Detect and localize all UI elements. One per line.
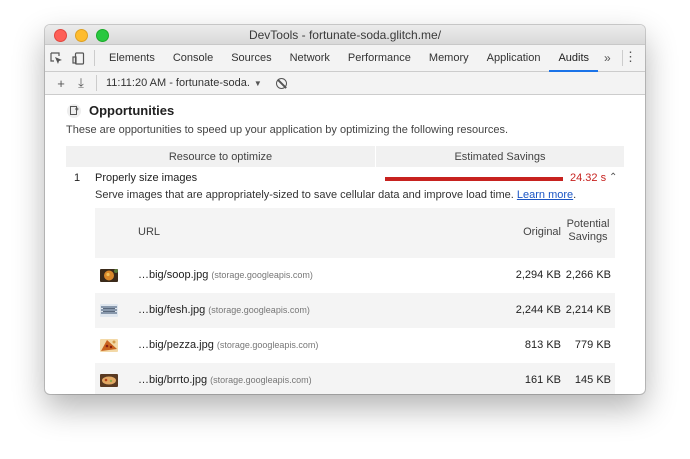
tab-label: Sources xyxy=(231,52,272,64)
opportunity-table-header: Resource to optimize Estimated Savings xyxy=(66,146,624,167)
tab-elements[interactable]: Elements xyxy=(100,45,164,71)
header-line: Savings xyxy=(568,231,608,243)
column-header-original: Original xyxy=(523,226,561,238)
savings-value: 24.32 s xyxy=(570,172,607,184)
tab-label: Application xyxy=(486,52,541,64)
tab-label: Memory xyxy=(428,52,469,64)
tab-label: Performance xyxy=(347,52,411,64)
details-table: URL Original Potential Savings …big/soop.… xyxy=(95,208,615,394)
tab-performance[interactable]: Performance xyxy=(339,45,420,71)
description-period: . xyxy=(573,189,577,201)
file-host: (storage.googleapis.com) xyxy=(210,375,312,385)
chevron-down-icon: ▼ xyxy=(253,78,262,88)
title-bar: DevTools - fortunate-soda.glitch.me/ xyxy=(45,25,645,45)
file-name: …big/brrto.jpg xyxy=(138,374,208,386)
potential-savings: 2,214 KB xyxy=(565,304,611,316)
potential-savings: 145 KB xyxy=(574,374,611,386)
file-host: (storage.googleapis.com) xyxy=(211,270,313,280)
table-row: …big/soop.jpg (storage.googleapis.com) 2,… xyxy=(95,258,615,293)
tab-label: Console xyxy=(172,52,214,64)
soup-thumbnail xyxy=(100,269,118,282)
original-size: 2,244 KB xyxy=(515,304,561,316)
column-header-potential-savings: Potential Savings xyxy=(566,218,610,244)
tab-label: Elements xyxy=(109,52,155,64)
pizza-thumbnail xyxy=(100,339,118,352)
report-select-label: 11:11:20 AM - fortunate-soda. xyxy=(106,77,250,89)
file-host: (storage.googleapis.com) xyxy=(216,340,319,350)
audit-report: Opportunities These are opportunities to… xyxy=(45,94,645,394)
kebab-menu-icon[interactable]: ⋮ xyxy=(624,50,637,64)
file-host: (storage.googleapis.com) xyxy=(208,305,310,315)
savings-bar xyxy=(385,177,563,181)
tab-audits[interactable]: Audits xyxy=(549,45,598,72)
tab-label: Network xyxy=(289,52,330,64)
toolbar-divider xyxy=(96,75,97,91)
resource-url[interactable]: …big/brrto.jpg (storage.googleapis.com) xyxy=(138,374,312,386)
toolbar-divider xyxy=(94,50,95,66)
potential-savings: 779 KB xyxy=(574,339,611,351)
table-row: …big/pezza.jpg (storage.googleapis.com) 8… xyxy=(95,328,615,363)
section-description: These are opportunities to speed up your… xyxy=(66,124,509,136)
learn-more-link[interactable]: Learn more xyxy=(517,189,573,201)
table-row: …big/fesh.jpg (storage.googleapis.com) 2,… xyxy=(95,293,615,328)
window-title: DevTools - fortunate-soda.glitch.me/ xyxy=(248,28,442,42)
tab-console[interactable]: Console xyxy=(164,45,222,71)
tab-memory[interactable]: Memory xyxy=(420,45,478,71)
column-header-url: URL xyxy=(138,226,161,238)
potential-savings: 2,266 KB xyxy=(565,269,611,281)
report-select[interactable]: 11:11:20 AM - fortunate-soda. ▼ xyxy=(106,77,262,89)
table-row: …big/brrto.jpg (storage.googleapis.com) 1… xyxy=(95,363,615,394)
file-name: …big/pezza.jpg xyxy=(138,339,214,351)
original-size: 2,294 KB xyxy=(515,269,561,281)
device-toolbar-icon[interactable] xyxy=(67,45,89,71)
inspect-element-icon[interactable] xyxy=(45,45,67,71)
resource-url[interactable]: …big/fesh.jpg (storage.googleapis.com) xyxy=(138,304,310,316)
fish-thumbnail xyxy=(100,304,118,317)
tab-label: Audits xyxy=(558,52,590,64)
original-size: 813 KB xyxy=(524,339,561,351)
header-line: Potential xyxy=(566,218,610,230)
original-size: 161 KB xyxy=(524,374,561,386)
new-audit-icon[interactable]: + xyxy=(51,76,71,91)
resource-url[interactable]: …big/pezza.jpg (storage.googleapis.com) xyxy=(138,339,318,351)
opportunity-number: 1 xyxy=(74,172,81,184)
column-header-resource: Resource to optimize xyxy=(66,146,376,167)
file-name: …big/soop.jpg xyxy=(138,269,209,281)
clear-reports-icon[interactable] xyxy=(275,77,287,89)
opportunity-description: Serve images that are appropriately-size… xyxy=(95,189,576,201)
devtools-tab-bar: Elements Console Sources Network Perform… xyxy=(45,45,645,72)
resource-url[interactable]: …big/soop.jpg (storage.googleapis.com) xyxy=(138,269,313,281)
burrito-thumbnail xyxy=(100,374,118,387)
more-tabs-button[interactable]: » xyxy=(598,51,617,65)
details-table-header: URL Original Potential Savings xyxy=(95,208,615,258)
tab-network[interactable]: Network xyxy=(281,45,339,71)
toolbar-divider xyxy=(622,50,623,66)
column-header-savings: Estimated Savings xyxy=(454,150,546,163)
chevron-up-icon[interactable]: ⌃ xyxy=(609,172,617,183)
opportunities-header: Opportunities xyxy=(67,103,174,118)
audits-toolbar: + ⤓ 11:11:20 AM - fortunate-soda. ▼ xyxy=(45,72,645,95)
file-name: …big/fesh.jpg xyxy=(138,304,206,316)
opportunity-row[interactable]: 1 Properly size images 24.32 s ⌃ xyxy=(74,171,619,187)
tab-application[interactable]: Application xyxy=(478,45,550,71)
opportunity-title: Properly size images xyxy=(95,172,198,184)
section-title: Opportunities xyxy=(89,103,175,118)
devtools-window: DevTools - fortunate-soda.glitch.me/ Ele… xyxy=(45,25,645,394)
opportunity-icon xyxy=(67,103,81,118)
tab-sources[interactable]: Sources xyxy=(222,45,280,71)
opportunity-description-text: Serve images that are appropriately-size… xyxy=(95,189,514,201)
download-report-icon[interactable]: ⤓ xyxy=(71,75,91,91)
